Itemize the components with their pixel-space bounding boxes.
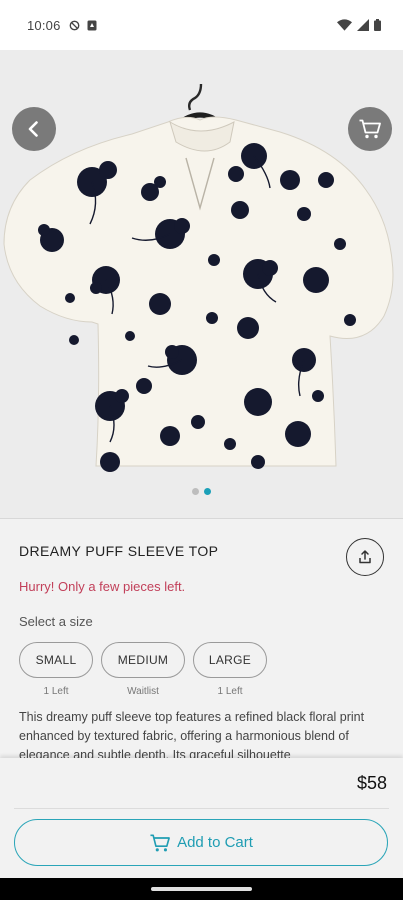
- share-button[interactable]: [346, 538, 384, 576]
- size-button-medium[interactable]: MEDIUM: [101, 642, 185, 678]
- product-description: This dreamy puff sleeve top features a r…: [19, 710, 365, 759]
- dnd-icon: [69, 20, 79, 30]
- size-options: SMALL 1 Left MEDIUM Waitlist LARGE 1 Lef…: [19, 642, 267, 697]
- carousel-dot-active[interactable]: [204, 488, 211, 495]
- size-option-large: LARGE 1 Left: [193, 642, 267, 697]
- size-option-small: SMALL 1 Left: [19, 642, 93, 697]
- size-button-large[interactable]: LARGE: [193, 642, 267, 678]
- cart-icon: [359, 119, 381, 139]
- size-option-medium: MEDIUM Waitlist: [101, 642, 185, 697]
- product-image-carousel[interactable]: [0, 50, 403, 518]
- status-time: 10:06: [27, 17, 61, 33]
- back-button[interactable]: [12, 107, 56, 151]
- wifi-icon: [337, 19, 352, 31]
- add-to-cart-label: Add to Cart: [177, 834, 253, 851]
- carousel-dot[interactable]: [192, 488, 199, 495]
- checkout-bar: $58 Add to Cart: [0, 758, 403, 878]
- signal-icon: [357, 19, 369, 31]
- system-navigation-bar: [0, 878, 403, 900]
- product-price: $58: [356, 773, 387, 793]
- cart-button[interactable]: [348, 107, 392, 151]
- size-button-small[interactable]: SMALL: [19, 642, 93, 678]
- status-bar: 10:06: [0, 0, 403, 50]
- cart-icon: [150, 833, 170, 851]
- divider: [14, 808, 389, 809]
- battery-icon: [374, 19, 381, 31]
- stock-warning: Hurry! Only a few pieces left.: [19, 579, 186, 594]
- size-availability: 1 Left: [43, 686, 69, 697]
- size-selector-label: Select a size: [19, 614, 93, 629]
- notification-app-icon: [87, 20, 97, 30]
- size-availability: Waitlist: [127, 686, 159, 697]
- arrow-left-icon: [28, 121, 38, 137]
- carousel-indicator: [0, 488, 403, 495]
- size-availability: 1 Left: [217, 686, 243, 697]
- share-icon: [359, 550, 371, 564]
- product-image: [3, 84, 394, 472]
- product-title: DREAMY PUFF SLEEVE TOP: [19, 543, 219, 559]
- add-to-cart-button[interactable]: Add to Cart: [14, 819, 388, 866]
- product-details: DREAMY PUFF SLEEVE TOP Hurry! Only a few…: [0, 518, 403, 759]
- home-gesture-handle[interactable]: [151, 887, 252, 891]
